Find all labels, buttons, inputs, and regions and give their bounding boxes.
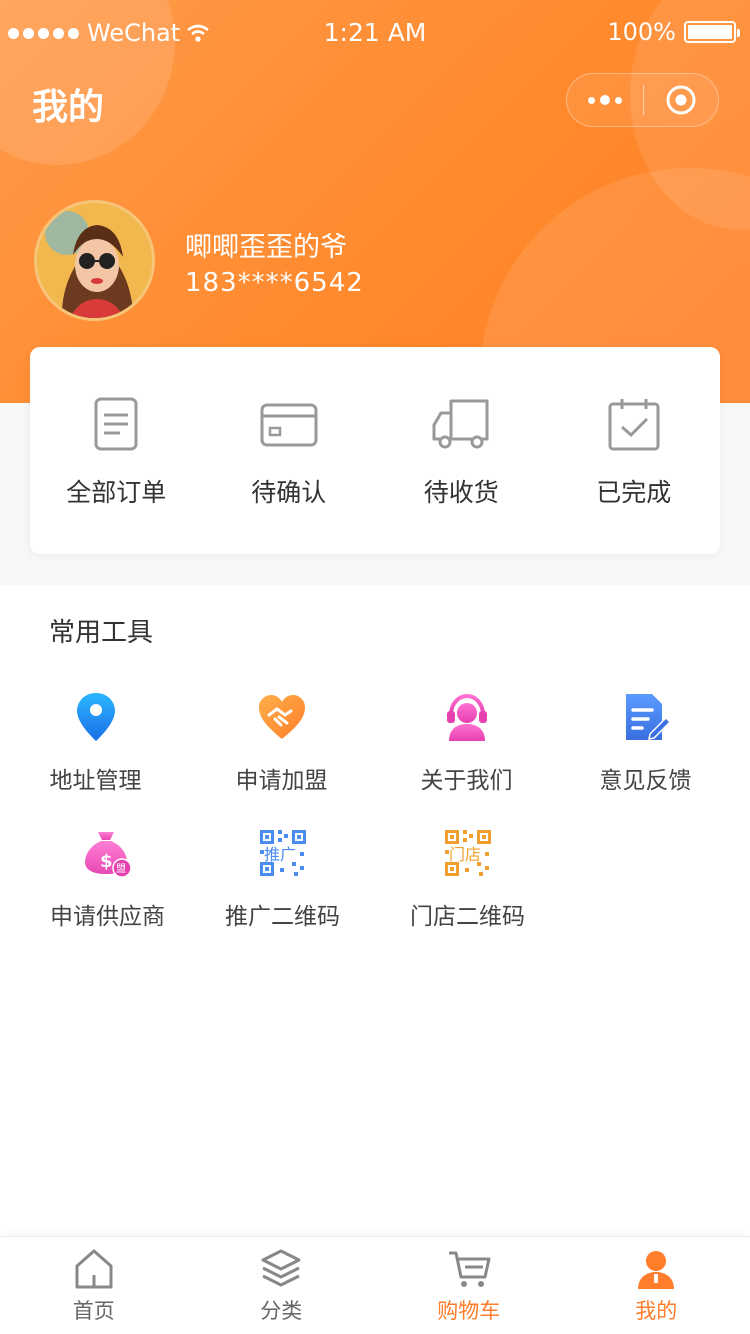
profile-header: WeChat 1:21 AM 100% 我的 唧唧歪歪的爷 183****654… xyxy=(0,0,750,403)
user-icon xyxy=(638,1251,675,1289)
user-name: 唧唧歪歪的爷 xyxy=(185,232,347,263)
calendar-check-icon xyxy=(608,399,660,451)
tool-apply-supplier[interactable]: $ 盟 申请供应商 xyxy=(14,825,201,931)
target-icon xyxy=(666,85,696,115)
tool-label: 申请供应商 xyxy=(50,904,165,930)
tab-mine[interactable]: 我的 xyxy=(563,1237,750,1334)
svg-text:门店: 门店 xyxy=(449,845,481,864)
truck-icon xyxy=(432,399,489,449)
tool-store-qrcode[interactable]: 门店 门店二维码 xyxy=(374,825,561,931)
customer-service-icon xyxy=(446,693,487,741)
tools-section-title: 常用工具 xyxy=(49,618,154,648)
order-label: 已完成 xyxy=(596,478,672,507)
tool-address-management[interactable]: 地址管理 xyxy=(2,689,189,795)
order-label: 待收货 xyxy=(423,478,499,507)
tool-apply-franchise[interactable]: 申请加盟 xyxy=(188,689,375,795)
tool-label: 申请加盟 xyxy=(235,768,328,794)
tab-label: 购物车 xyxy=(437,1299,501,1323)
svg-text:推广: 推广 xyxy=(264,845,296,864)
close-miniprogram-button[interactable] xyxy=(644,84,718,116)
tool-label: 推广二维码 xyxy=(225,904,340,930)
order-completed-button[interactable]: 已完成 xyxy=(548,347,721,554)
tab-category[interactable]: 分类 xyxy=(188,1237,376,1334)
page-title: 我的 xyxy=(32,87,105,128)
avatar-image xyxy=(37,203,152,318)
order-card: 全部订单 待确认 待收货 已完成 xyxy=(30,347,720,554)
tab-bar: 首页 分类 购物车 我的 xyxy=(0,1236,750,1334)
order-label: 待确认 xyxy=(251,478,327,507)
layers-icon xyxy=(261,1249,301,1287)
tool-label: 关于我们 xyxy=(420,768,513,794)
tool-label: 门店二维码 xyxy=(410,904,525,930)
document-icon xyxy=(94,397,138,451)
tab-label: 首页 xyxy=(72,1299,115,1323)
tab-label: 我的 xyxy=(635,1299,678,1323)
tool-promotion-qrcode[interactable]: 推广 推广二维码 xyxy=(189,825,376,931)
qrcode-icon: 推广 xyxy=(259,830,306,876)
order-label: 全部订单 xyxy=(66,478,167,507)
tool-feedback[interactable]: 意见反馈 xyxy=(552,689,739,795)
order-pending-confirm-button[interactable]: 待确认 xyxy=(203,347,376,554)
miniprogram-capsule xyxy=(566,73,719,127)
home-icon xyxy=(75,1249,113,1289)
card-icon xyxy=(260,403,318,447)
feedback-doc-icon xyxy=(625,694,670,740)
tab-label: 分类 xyxy=(260,1299,303,1323)
tool-about-us[interactable]: 关于我们 xyxy=(373,689,560,795)
money-bag-icon: $ 盟 xyxy=(84,832,132,878)
svg-text:$: $ xyxy=(100,851,113,872)
status-bar: WeChat 1:21 AM 100% xyxy=(0,0,750,66)
svg-text:盟: 盟 xyxy=(116,863,126,875)
battery-percent: 100% xyxy=(607,18,676,46)
qrcode-icon: 门店 xyxy=(444,830,491,876)
order-all-button[interactable]: 全部订单 xyxy=(30,347,203,554)
tool-label: 意见反馈 xyxy=(599,768,692,794)
order-pending-receive-button[interactable]: 待收货 xyxy=(375,347,548,554)
tool-label: 地址管理 xyxy=(49,768,142,794)
battery-icon xyxy=(684,21,740,43)
more-button[interactable] xyxy=(567,95,643,105)
handshake-heart-icon xyxy=(258,695,305,739)
tab-home[interactable]: 首页 xyxy=(0,1237,188,1334)
user-phone: 183****6542 xyxy=(185,268,364,298)
location-pin-icon xyxy=(76,693,115,741)
cart-icon xyxy=(448,1251,491,1287)
tab-cart[interactable]: 购物车 xyxy=(375,1237,563,1334)
avatar[interactable] xyxy=(34,200,155,321)
